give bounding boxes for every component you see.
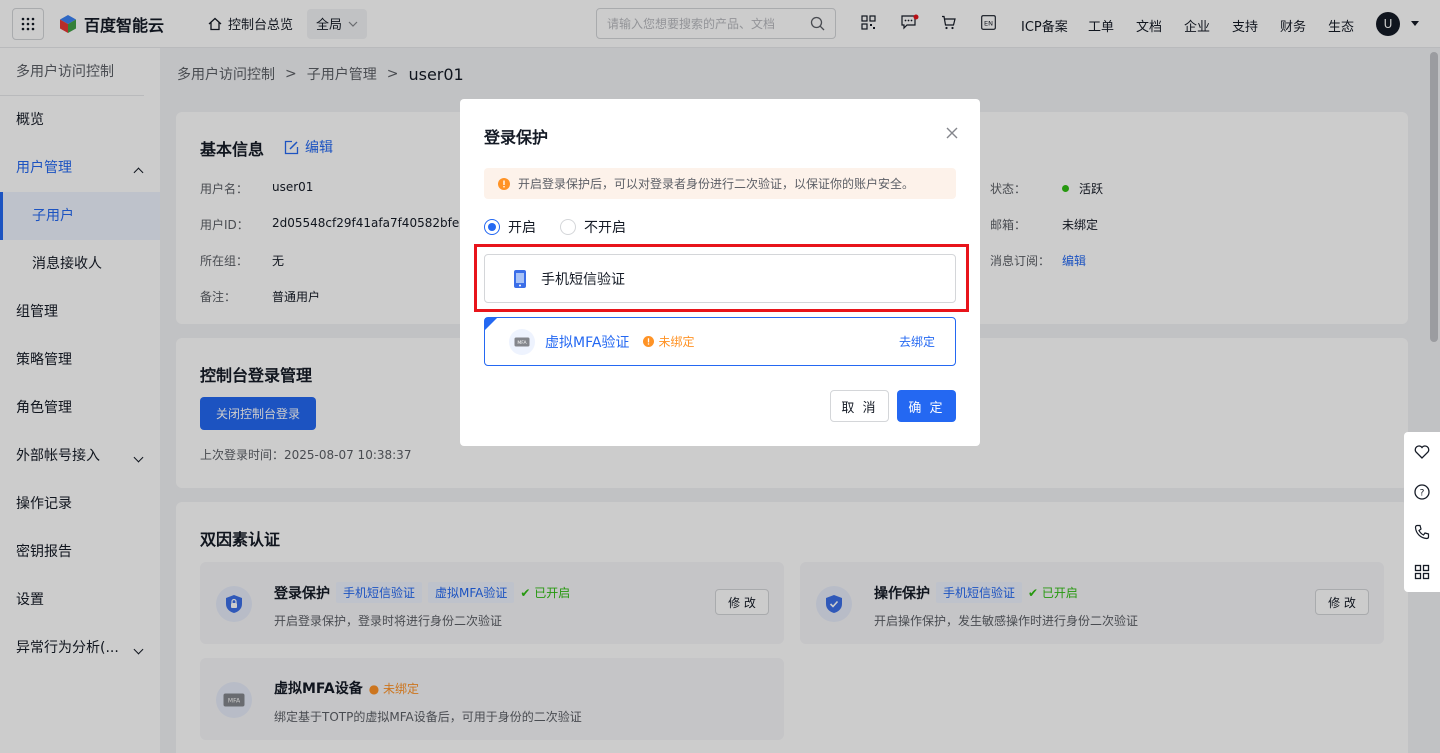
confirm-button[interactable]: 确 定 (897, 390, 956, 422)
phone-icon[interactable] (1414, 524, 1430, 540)
option-mfa-label: 虚拟MFA验证 (545, 334, 630, 351)
svg-text:MFA: MFA (517, 340, 527, 346)
option-virtual-mfa[interactable]: MFA 虚拟MFA验证 未绑定 去绑定 (484, 317, 956, 366)
apps-grid-icon[interactable] (1414, 564, 1430, 580)
cancel-button[interactable]: 取 消 (830, 390, 889, 422)
radio-enable-label: 开启 (508, 220, 536, 236)
warning-icon (643, 336, 655, 347)
radio-disable[interactable]: 不开启 (560, 217, 626, 237)
warning-icon (498, 177, 510, 190)
radio-checked-icon (484, 219, 500, 235)
bind-mfa-link[interactable]: 去绑定 (899, 333, 935, 350)
highlight-box (474, 244, 969, 312)
radio-disable-label: 不开启 (584, 220, 626, 236)
dialog-tip-text: 开启登录保护后，可以对登录者身份进行二次验证，以保证你的账户安全。 (518, 177, 915, 191)
favorite-icon[interactable] (1414, 444, 1430, 460)
floating-toolbar: ? (1404, 432, 1440, 592)
mfa-device-icon: MFA (509, 328, 535, 355)
close-icon[interactable] (944, 125, 960, 141)
radio-unchecked-icon (560, 219, 576, 235)
selected-corner-check-icon (485, 318, 497, 330)
option-mfa-status: 未绑定 (643, 333, 694, 350)
radio-enable[interactable]: 开启 (484, 217, 536, 237)
dialog-title: 登录保护 (484, 128, 549, 147)
svg-text:?: ? (1420, 489, 1425, 499)
help-icon[interactable]: ? (1414, 484, 1430, 500)
dialog-tip: 开启登录保护后，可以对登录者身份进行二次验证，以保证你的账户安全。 (484, 168, 956, 199)
